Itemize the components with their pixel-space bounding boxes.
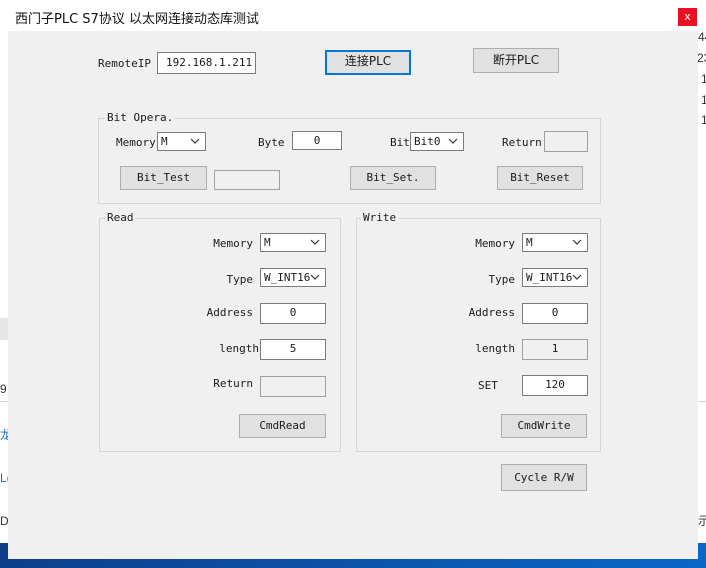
write-length-label: length xyxy=(475,342,515,355)
bg-fragment-right-4: 1 xyxy=(701,72,706,86)
chevron-down-icon xyxy=(448,138,458,144)
close-icon: x xyxy=(684,10,691,23)
byte-input[interactable]: 0 xyxy=(292,131,342,150)
bit-memory-label: Memory xyxy=(116,136,156,149)
bit-value: Bit0 xyxy=(414,135,441,148)
write-type-label: Type xyxy=(488,273,516,286)
write-memory-value: M xyxy=(526,236,533,249)
bit-set-button[interactable]: Bit_Set. xyxy=(350,166,436,190)
write-type-value: W_INT16 xyxy=(526,271,573,284)
write-set-input[interactable]: 120 xyxy=(522,375,588,396)
write-memory-select[interactable]: M xyxy=(522,233,588,252)
write-address-label: Address xyxy=(468,306,515,319)
write-address-input[interactable]: 0 xyxy=(522,303,588,324)
bit-memory-value: M xyxy=(161,135,168,148)
bg-fragment-right-bottom: 示 xyxy=(698,514,706,528)
write-memory-label: Memory xyxy=(475,237,515,250)
chevron-down-icon xyxy=(572,274,582,280)
read-address-input[interactable]: 0 xyxy=(260,303,326,324)
bit-memory-select[interactable]: M xyxy=(157,132,206,151)
connect-plc-button[interactable]: 连接PLC xyxy=(325,50,411,75)
read-length-label: length xyxy=(219,342,259,355)
read-memory-label: Memory xyxy=(213,237,253,250)
bit-reset-button[interactable]: Bit_Reset xyxy=(497,166,583,190)
bg-fragment-right-6: 1 xyxy=(701,113,706,127)
cmd-read-button[interactable]: CmdRead xyxy=(239,414,326,438)
disconnect-plc-button[interactable]: 断开PLC xyxy=(473,48,559,73)
close-button[interactable]: x xyxy=(678,8,697,26)
bit-test-button[interactable]: Bit_Test xyxy=(120,166,207,190)
byte-label: Byte xyxy=(258,136,285,149)
chevron-down-icon xyxy=(310,274,320,280)
write-set-label: SET xyxy=(478,379,498,392)
remote-ip-input[interactable]: 192.168.1.211 xyxy=(157,52,256,74)
cycle-rw-button[interactable]: Cycle R/W xyxy=(501,464,587,491)
read-address-label: Address xyxy=(206,306,253,319)
bit-label: Bit xyxy=(390,136,410,149)
read-return-output xyxy=(260,376,326,397)
bg-fragment-right-5: 1 xyxy=(701,93,706,107)
read-memory-value: M xyxy=(264,236,271,249)
bit-opera-title: Bit Opera. xyxy=(105,111,176,124)
write-length-input[interactable]: 1 xyxy=(522,339,588,360)
read-memory-select[interactable]: M xyxy=(260,233,326,252)
remote-ip-label: RemoteIP xyxy=(98,57,151,70)
bit-test-result xyxy=(214,170,280,190)
read-type-select[interactable]: W_INT16 xyxy=(260,268,326,287)
read-type-label: Type xyxy=(226,273,254,286)
bit-return-output xyxy=(544,131,588,152)
bit-select[interactable]: Bit0 xyxy=(410,132,464,151)
chevron-down-icon xyxy=(572,239,582,245)
read-type-value: W_INT16 xyxy=(264,271,311,284)
write-title: Write xyxy=(361,211,399,224)
title-bar[interactable]: 西门子PLC S7协议 以太网连接动态库测试 x xyxy=(0,0,706,31)
dialog-client-area: RemoteIP 192.168.1.211 连接PLC 断开PLC Bit O… xyxy=(8,31,698,559)
bg-fragment-left-1: 9 xyxy=(0,382,7,396)
read-title: Read xyxy=(105,211,136,224)
chevron-down-icon xyxy=(310,239,320,245)
read-length-input[interactable]: 5 xyxy=(260,339,326,360)
window-title: 西门子PLC S7协议 以太网连接动态库测试 xyxy=(15,12,259,27)
bg-fragment-right-3: 23 xyxy=(697,51,706,65)
bit-opera-group xyxy=(98,118,601,204)
write-type-select[interactable]: W_INT16 xyxy=(522,268,588,287)
cmd-write-button[interactable]: CmdWrite xyxy=(501,414,587,438)
chevron-down-icon xyxy=(190,138,200,144)
read-return-label: Return xyxy=(213,377,253,390)
bg-fragment-right-2: 44 xyxy=(698,30,706,44)
bit-return-label: Return xyxy=(502,136,542,149)
